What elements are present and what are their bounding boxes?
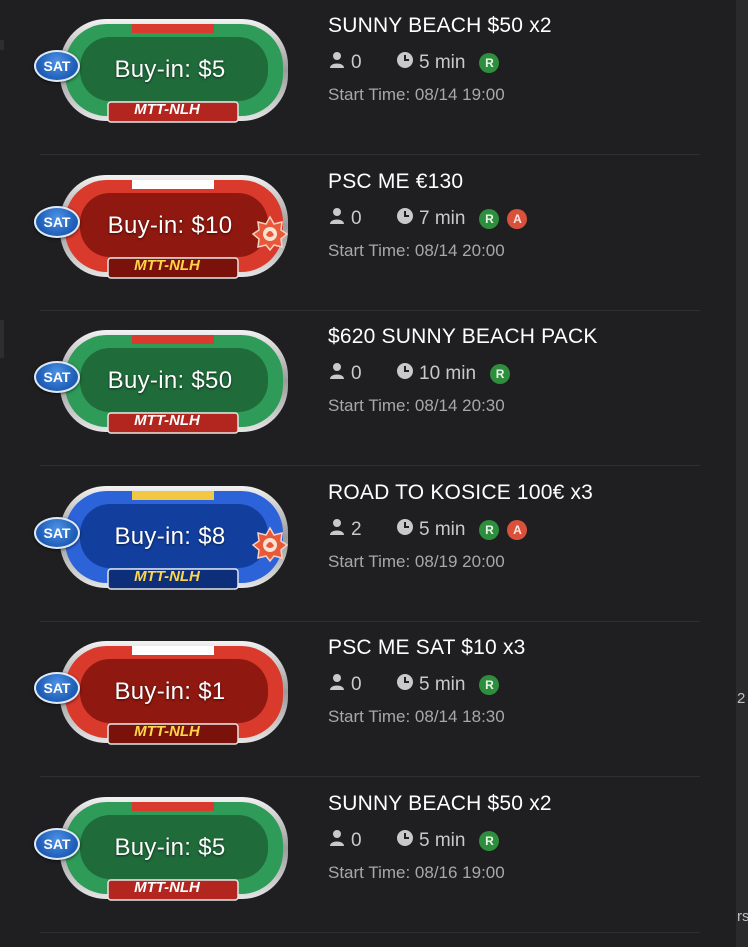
- flame-star-icon: [252, 214, 288, 251]
- tournament-table-button[interactable]: SAT Buy-in: $5 MTT-NLH: [34, 794, 290, 906]
- duration: 5 min: [419, 674, 466, 695]
- tournament-meta: 0 7 min RA: [328, 206, 698, 232]
- start-time: Start Time: 08/14 18:30: [328, 707, 505, 726]
- game-type-label: MTT-NLH: [134, 723, 200, 740]
- tournament-list-panel: SAT Buy-in: $5 MTT-NLH SUNNY BEACH $50 x…: [0, 0, 736, 947]
- addon-tag: A: [507, 208, 528, 229]
- tournament-info: SUNNY BEACH $50 x2 0 5 min R Start Time:…: [328, 792, 698, 883]
- clock-icon: [396, 673, 419, 697]
- player-count: 2: [351, 518, 362, 540]
- tournament-meta: 2 5 min RA: [328, 517, 698, 543]
- tournament-meta: 0 10 min R: [328, 361, 698, 387]
- game-type-label: MTT-NLH: [134, 567, 200, 585]
- clock-icon: [396, 362, 419, 386]
- person-icon: [328, 829, 351, 853]
- tournament-row[interactable]: SAT Buy-in: $5 MTT-NLH SUNNY BEACH $50 x…: [34, 0, 700, 155]
- tournament-meta: 0 5 min R: [328, 828, 698, 854]
- tournament-table-button[interactable]: SAT Buy-in: $10 MTT-NLH: [34, 172, 290, 284]
- person-icon: [328, 673, 351, 697]
- clock-icon: [396, 207, 419, 231]
- start-time: Start Time: 08/16 19:00: [328, 862, 505, 882]
- start-time: Start Time: 08/14 20:30: [328, 396, 505, 415]
- rebuy-tag: R: [479, 208, 500, 229]
- tournament-row[interactable]: SAT Buy-in: $10 MTT-NLH PSC ME €130 0 7 …: [34, 156, 700, 311]
- duration: 5 min: [419, 52, 466, 73]
- game-type-label: MTT-NLH: [134, 878, 200, 896]
- clock-icon: [396, 829, 419, 853]
- tournament-info: ROAD TO KOSICE 100€ x3 2 5 min RA Start …: [328, 481, 698, 572]
- duration: 5 min: [419, 829, 466, 851]
- rebuy-tag: R: [479, 830, 500, 851]
- person-icon: [328, 207, 351, 231]
- scroll-mark: [0, 320, 4, 358]
- tournament-title: ROAD TO KOSICE 100€ x3: [328, 480, 594, 504]
- tournament-info: PSC ME €130 0 7 min RA Start Time: 08/14…: [328, 170, 698, 261]
- game-type-label: MTT-NLH: [134, 256, 200, 274]
- buyin-label: Buy-in: $10: [107, 211, 233, 239]
- rebuy-tag: R: [490, 364, 511, 384]
- tournament-table-button[interactable]: SAT Buy-in: $50 MTT-NLH: [34, 327, 290, 439]
- tournament-info: $620 SUNNY BEACH PACK 0 10 min R Start T…: [328, 325, 698, 416]
- tournament-title: PSC ME SAT $10 x3: [328, 636, 526, 659]
- scroll-mark: [0, 40, 4, 50]
- rebuy-tag: R: [479, 519, 500, 540]
- flame-star-icon: [252, 525, 288, 562]
- tournament-title: SUNNY BEACH $50 x2: [328, 791, 552, 815]
- buyin-label: Buy-in: $5: [114, 56, 226, 83]
- clock-icon: [396, 518, 419, 542]
- tournament-info: SUNNY BEACH $50 x2 0 5 min R Start Time:…: [328, 14, 698, 105]
- tournament-meta: 0 5 min R: [328, 50, 698, 76]
- tournament-row[interactable]: SAT Buy-in: $50 MTT-NLH $620 SUNNY BEACH…: [34, 311, 700, 466]
- game-type-label: MTT-NLH: [134, 412, 200, 429]
- side-edge: [736, 0, 748, 947]
- addon-tag: A: [507, 519, 528, 540]
- tournament-title: PSC ME €130: [328, 169, 464, 193]
- tournament-meta: 0 5 min R: [328, 672, 698, 698]
- buyin-label: Buy-in: $5: [114, 833, 226, 861]
- duration: 10 min: [419, 363, 477, 384]
- start-time: Start Time: 08/14 19:00: [328, 85, 505, 104]
- tournament-table-button[interactable]: SAT Buy-in: $1 MTT-NLH: [34, 638, 290, 750]
- buyin-label: Buy-in: $50: [107, 367, 233, 394]
- start-time: Start Time: 08/19 20:00: [328, 551, 505, 571]
- tournament-title: SUNNY BEACH $50 x2: [328, 14, 552, 37]
- edge-text: 2: [737, 690, 746, 707]
- duration: 7 min: [419, 207, 466, 229]
- tournament-info: PSC ME SAT $10 x3 0 5 min R Start Time: …: [328, 636, 698, 727]
- player-count: 0: [351, 52, 362, 73]
- edge-text: rs: [737, 908, 748, 925]
- tournament-table-button[interactable]: SAT Buy-in: $8 MTT-NLH: [34, 483, 290, 595]
- start-time: Start Time: 08/14 20:00: [328, 240, 505, 260]
- person-icon: [328, 518, 351, 542]
- buyin-label: Buy-in: $8: [114, 522, 226, 550]
- player-count: 0: [351, 363, 362, 384]
- buyin-label: Buy-in: $1: [114, 678, 226, 705]
- tournament-title: $620 SUNNY BEACH PACK: [328, 325, 598, 348]
- tournament-row[interactable]: SAT Buy-in: $8 MTT-NLH ROAD TO KOSICE 10…: [34, 467, 700, 622]
- player-count: 0: [351, 207, 362, 229]
- tournament-row[interactable]: SAT Buy-in: $5 MTT-NLH SUNNY BEACH $50 x…: [34, 778, 700, 933]
- clock-icon: [396, 51, 419, 75]
- player-count: 0: [351, 674, 362, 695]
- rebuy-tag: R: [479, 53, 500, 73]
- tournament-table-button[interactable]: SAT Buy-in: $5 MTT-NLH: [34, 16, 290, 128]
- rebuy-tag: R: [479, 675, 500, 695]
- person-icon: [328, 362, 351, 386]
- player-count: 0: [351, 829, 362, 851]
- game-type-label: MTT-NLH: [134, 101, 200, 118]
- duration: 5 min: [419, 518, 466, 540]
- person-icon: [328, 51, 351, 75]
- tournament-row[interactable]: SAT Buy-in: $1 MTT-NLH PSC ME SAT $10 x3…: [34, 622, 700, 777]
